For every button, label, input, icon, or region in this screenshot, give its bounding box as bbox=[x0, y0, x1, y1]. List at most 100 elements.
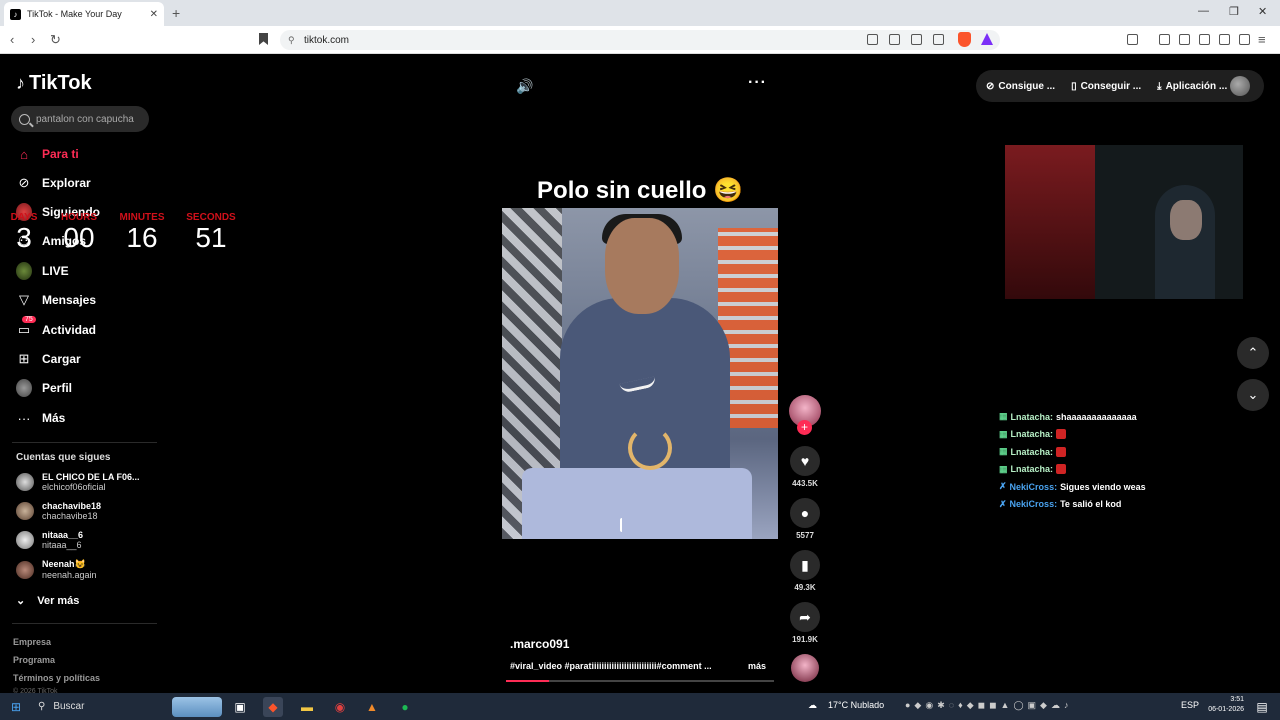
tray-icons[interactable]: ●◆◉✱◌♦◆◼◼▲◯▣◆☁♪ bbox=[905, 700, 1072, 711]
back-icon[interactable]: ‹ bbox=[10, 32, 14, 47]
media-icon[interactable] bbox=[1159, 34, 1170, 45]
followed-account[interactable]: Neenah😺 neenah.again bbox=[16, 559, 97, 580]
user-avatar[interactable] bbox=[1230, 76, 1250, 96]
video-author[interactable]: .marco091 bbox=[510, 637, 569, 651]
chat-user: NekiCross: bbox=[1009, 499, 1058, 510]
url-text: tiktok.com bbox=[304, 34, 350, 46]
top-action-label: Conseguir ... bbox=[1080, 80, 1142, 92]
sidebar-item-para-ti[interactable]: ⌂ Para ti bbox=[16, 146, 79, 162]
save-button[interactable]: ▮ 49.3K bbox=[789, 550, 821, 592]
download-app-button[interactable]: ⤓ Aplicación ... bbox=[1157, 81, 1227, 92]
sidebar-item-perfil[interactable]: Perfil bbox=[16, 379, 72, 397]
previous-video-button[interactable]: ⌃ bbox=[1237, 337, 1269, 369]
brave-rewards-icon[interactable] bbox=[981, 33, 993, 45]
new-tab-button[interactable]: + bbox=[172, 5, 180, 21]
translate-icon[interactable] bbox=[911, 34, 922, 45]
follow-button[interactable]: + bbox=[797, 420, 812, 435]
sidebar-item-actividad[interactable]: ▭ 75 Actividad bbox=[16, 316, 97, 338]
tab-close-icon[interactable]: ✕ bbox=[150, 9, 158, 20]
followed-account[interactable]: EL CHICO DE LA F06... elchicof06oficial bbox=[16, 472, 140, 492]
sidebar-item-explorar[interactable]: ⊘ Explorar bbox=[16, 175, 91, 191]
language-indicator[interactable]: ESP bbox=[1181, 700, 1199, 710]
clock[interactable]: 3:51 06-01-2026 bbox=[1200, 695, 1244, 715]
get-coins-button[interactable]: ⊘ Consigue ... bbox=[986, 81, 1055, 92]
followed-account[interactable]: chachavibe18 chachavibe18 bbox=[16, 501, 101, 521]
user-badge-icon: ▦ bbox=[999, 463, 1008, 474]
search-input[interactable]: pantalon con capucha bbox=[11, 106, 149, 132]
video-progress-bar[interactable] bbox=[506, 680, 774, 682]
timer-hours: HOURS 00 bbox=[56, 212, 102, 254]
account-handle: neenah.again bbox=[42, 570, 97, 580]
window-close-icon[interactable]: ✕ bbox=[1258, 5, 1267, 18]
like-button[interactable]: ♥ 443.5K bbox=[789, 446, 821, 488]
comment-button[interactable]: ● 5577 bbox=[789, 498, 821, 540]
weather-icon[interactable]: ☁ bbox=[808, 700, 817, 711]
footer-link-terminos[interactable]: Términos y políticas bbox=[13, 673, 100, 683]
task-view-icon[interactable]: ▣ bbox=[230, 697, 250, 717]
more-description-button[interactable]: más bbox=[748, 661, 766, 671]
chat-message: shaaaaaaaaaaaaaa bbox=[1056, 411, 1137, 422]
volume-icon[interactable]: 🔊 bbox=[516, 78, 533, 95]
plus-square-icon: ⊞ bbox=[18, 351, 30, 366]
sidebar-item-mas[interactable]: ··· Más bbox=[16, 410, 66, 426]
restore-icon[interactable]: ❐ bbox=[1229, 5, 1239, 18]
video-description: #viral_video #paratiiiiiiiiiiiiiiiiiiiii… bbox=[510, 661, 712, 671]
chevron-up-icon: ⌃ bbox=[1247, 345, 1259, 360]
footer-link-empresa[interactable]: Empresa bbox=[13, 637, 51, 647]
sidebar-item-label: Para ti bbox=[42, 147, 79, 161]
webcam-bg bbox=[1005, 145, 1095, 299]
sidebar-item-live[interactable]: LIVE bbox=[16, 262, 69, 280]
sidebar-icon[interactable] bbox=[1179, 34, 1190, 45]
windows-start-icon[interactable]: ⊞ bbox=[6, 697, 26, 717]
reload-icon[interactable]: ↻ bbox=[50, 32, 61, 48]
tiktok-logo[interactable]: ♪ TikTok bbox=[16, 72, 92, 95]
app-icon[interactable]: ◉ bbox=[330, 697, 350, 717]
minimize-icon[interactable]: — bbox=[1198, 5, 1209, 17]
extension-icon[interactable] bbox=[867, 34, 878, 45]
wallet-icon[interactable] bbox=[1127, 34, 1138, 45]
music-disc-icon[interactable] bbox=[791, 654, 819, 682]
brave-taskbar-icon[interactable]: ◆ bbox=[263, 697, 283, 717]
forward-icon[interactable]: › bbox=[31, 32, 35, 47]
user-badge-icon: ▦ bbox=[999, 428, 1008, 439]
notifications-icon[interactable]: ▤ bbox=[1252, 697, 1272, 717]
bookmark-icon[interactable] bbox=[259, 33, 268, 45]
next-video-button[interactable]: ⌄ bbox=[1237, 379, 1269, 411]
spotify-icon[interactable]: ● bbox=[395, 697, 415, 717]
top-action-label: Consigue ... bbox=[998, 80, 1056, 92]
search-highlight-image[interactable] bbox=[172, 697, 222, 717]
share-button[interactable]: ➦ 191.9K bbox=[789, 602, 821, 644]
save-count: 49.3K bbox=[794, 583, 816, 592]
chat-user: Lnatacha: bbox=[1010, 446, 1054, 457]
footer-link-programa[interactable]: Programa bbox=[13, 655, 55, 665]
app2-icon[interactable]: ▲ bbox=[362, 697, 382, 717]
tab-title: TikTok - Make Your Day bbox=[27, 9, 122, 19]
phone-icon: ▯ bbox=[1071, 80, 1077, 92]
followed-account[interactable]: nitaaa__6 nitaaa__6 bbox=[16, 530, 83, 550]
chat-line: ▦ Lnatacha: bbox=[999, 461, 1146, 479]
account-handle: chachavibe18 bbox=[42, 511, 98, 521]
sidebar-item-mensajes[interactable]: ▽ Mensajes bbox=[16, 292, 96, 308]
leo-icon[interactable] bbox=[1219, 34, 1230, 45]
video-player[interactable] bbox=[502, 208, 778, 539]
more-options-icon[interactable]: ··· bbox=[748, 74, 767, 92]
weather-text[interactable]: 17°C Nublado bbox=[828, 700, 884, 710]
video-hanger bbox=[628, 426, 672, 470]
site-info-icon[interactable]: ⚲ bbox=[288, 35, 295, 46]
timer-value: 00 bbox=[63, 222, 95, 253]
browser-tab[interactable]: ♪ TikTok - Make Your Day ✕ bbox=[4, 2, 164, 26]
webcam-face bbox=[1170, 200, 1202, 240]
sidebar-item-label: Actividad bbox=[42, 323, 97, 337]
get-app-button[interactable]: ▯ Conseguir ... bbox=[1071, 81, 1141, 92]
wallet2-icon[interactable] bbox=[1199, 34, 1210, 45]
divider bbox=[12, 623, 157, 624]
see-more-button[interactable]: ⌄ Ver más bbox=[16, 594, 79, 608]
cast-icon[interactable] bbox=[889, 34, 900, 45]
file-explorer-icon[interactable]: ▬ bbox=[297, 697, 317, 717]
account-name: Neenah😺 bbox=[42, 559, 86, 569]
menu-icon[interactable]: ≡ bbox=[1258, 32, 1266, 47]
sidebar-item-cargar[interactable]: ⊞ Cargar bbox=[16, 351, 81, 367]
brave-shields-icon[interactable] bbox=[958, 32, 971, 47]
share-icon[interactable] bbox=[933, 34, 944, 45]
vpn-icon[interactable] bbox=[1239, 34, 1250, 45]
